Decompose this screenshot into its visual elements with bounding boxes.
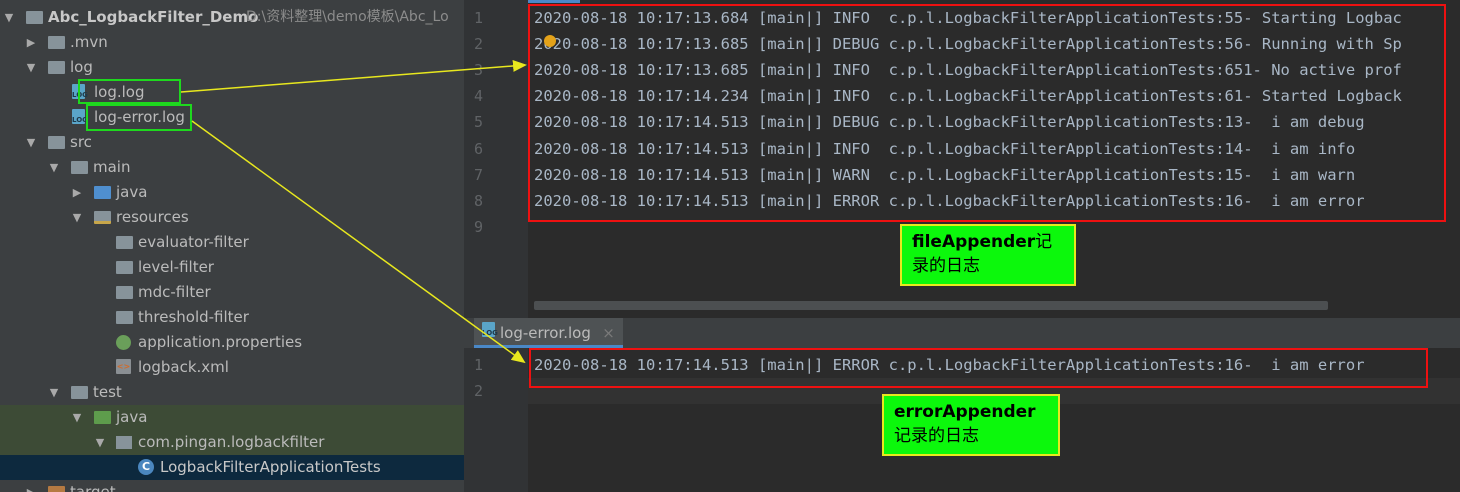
annotation-arrows xyxy=(180,59,527,364)
arrow-log-to-file-appender xyxy=(180,59,527,93)
arrow-error-log-to-error-appender xyxy=(191,120,526,364)
